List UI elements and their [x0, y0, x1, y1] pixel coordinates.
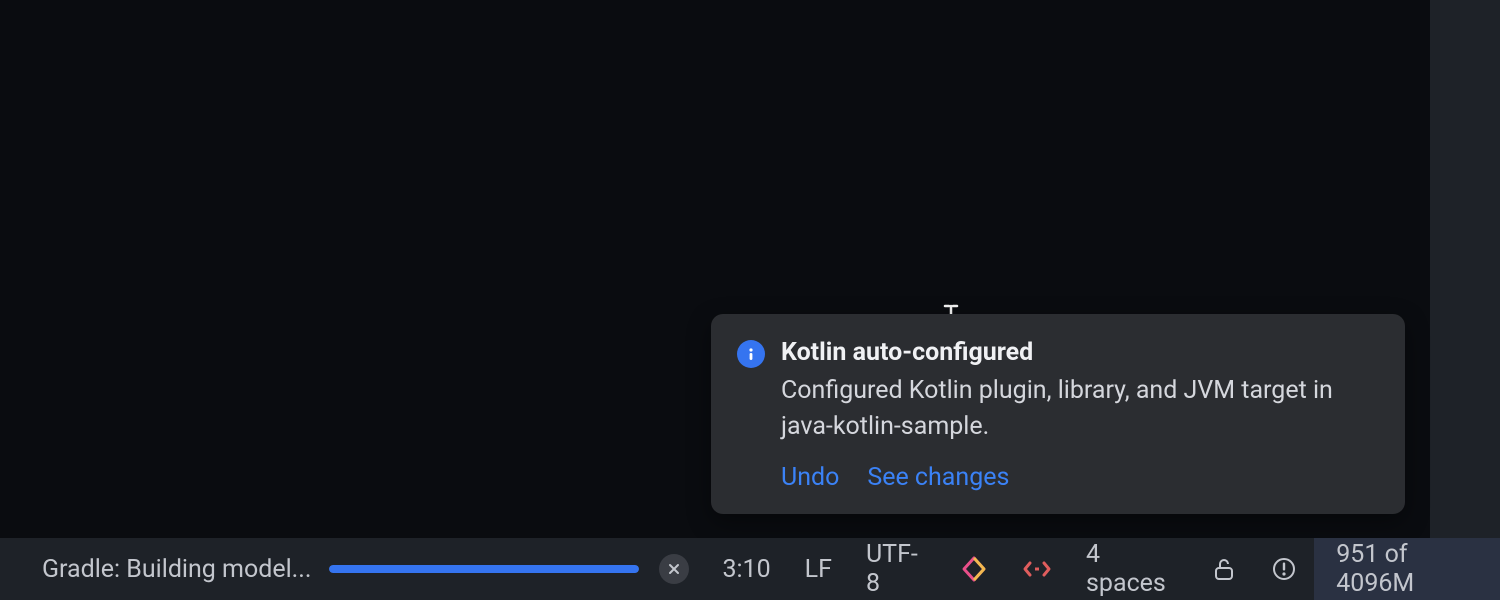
lock-icon[interactable]: [1194, 538, 1254, 600]
cursor-position[interactable]: 3:10: [705, 538, 787, 600]
notification-body: Kotlin auto-configured Configured Kotlin…: [781, 338, 1379, 493]
right-gutter: [1430, 0, 1500, 538]
info-icon: [737, 340, 765, 368]
task-label: Gradle: Building model...: [42, 555, 311, 584]
line-separator[interactable]: LF: [788, 538, 849, 600]
undo-link[interactable]: Undo: [781, 463, 839, 492]
problems-icon[interactable]: [1254, 538, 1314, 600]
indent-setting[interactable]: 4 spaces: [1069, 538, 1194, 600]
see-changes-link[interactable]: See changes: [867, 463, 1009, 492]
notification-title: Kotlin auto-configured: [781, 338, 1379, 367]
background-task[interactable]: Gradle: Building model...: [0, 554, 689, 584]
memory-text: 951 of 4096M: [1336, 540, 1478, 598]
ai-assistant-icon[interactable]: [943, 538, 1005, 600]
cancel-task-button[interactable]: [659, 554, 689, 584]
notification-popup: Kotlin auto-configured Configured Kotlin…: [711, 314, 1405, 515]
file-encoding[interactable]: UTF-8: [849, 538, 943, 600]
progress-bar: [329, 565, 639, 573]
notification-actions: Undo See changes: [781, 463, 1379, 492]
notification-message: Configured Kotlin plugin, library, and J…: [781, 373, 1379, 446]
close-icon: [667, 562, 681, 576]
code-with-me-icon[interactable]: [1005, 538, 1069, 600]
status-bar: Gradle: Building model... 3:10 LF UTF-8 …: [0, 538, 1500, 600]
progress-fill: [329, 565, 639, 573]
memory-indicator[interactable]: 951 of 4096M: [1314, 538, 1500, 600]
